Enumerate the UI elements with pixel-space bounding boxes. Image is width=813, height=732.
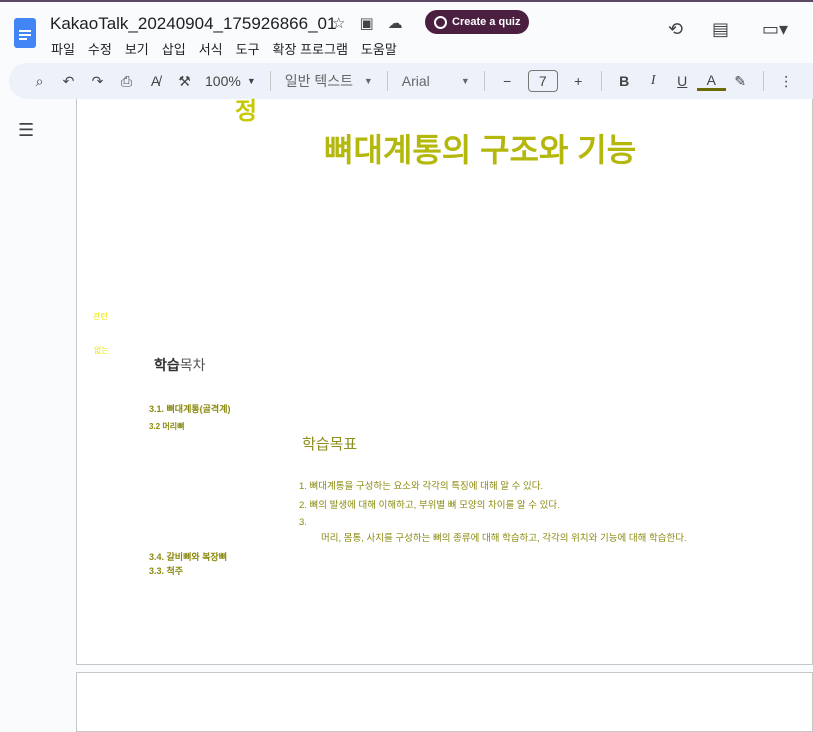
document-title[interactable]: KakaoTalk_20240904_175926866_01 [50, 14, 336, 34]
outline-icon[interactable]: ☰ [18, 120, 34, 141]
chevron-down-icon: ▼ [460, 76, 470, 86]
menu-bar: 파일 수정 보기 삽입 서식 도구 확장 프로그램 도움말 [51, 39, 397, 58]
divider [483, 71, 485, 91]
comments-icon[interactable]: ▤ [712, 19, 729, 40]
cloud-status-icon[interactable]: ☁ [388, 14, 403, 32]
divider [762, 71, 764, 91]
toc-item: 3.4. 갈비뼈와 복장뼈 [149, 552, 227, 562]
side-text: 관련 [93, 312, 108, 321]
search-icon[interactable]: ⌕ [25, 73, 54, 90]
underline-icon[interactable]: U [668, 73, 697, 89]
toolbar: ⌕ ↶ ↷ ⎙ A̸ ⚒ 100% ▼ 일반 텍스트 ▼ Arial ▼ − 7 + … [9, 63, 813, 99]
redo-icon[interactable]: ↷ [83, 73, 112, 90]
toc-title: 학습목차 [154, 357, 206, 373]
toc-item: 3.3. 척주 [149, 566, 184, 576]
font-size-input[interactable]: 7 [527, 70, 558, 92]
font-select[interactable]: Arial ▼ [396, 73, 476, 89]
meet-icon[interactable]: ▭▾ [762, 19, 788, 40]
docs-logo-icon[interactable] [14, 18, 36, 48]
toc-item: 3.1. 뼈대계통(골격계) [149, 404, 231, 414]
spellcheck-icon[interactable]: A̸ [141, 73, 170, 89]
italic-icon[interactable]: I [639, 73, 668, 89]
paint-format-icon[interactable]: ⚒ [170, 73, 199, 90]
version-history-icon[interactable]: ⟲ [668, 19, 683, 40]
zoom-select[interactable]: 100% ▼ [199, 73, 262, 89]
increase-font-size-button[interactable]: + [564, 73, 593, 89]
document-page-2[interactable] [76, 672, 813, 732]
goal-item: 1. 뼈대계통을 구성하는 요소와 각각의 특징에 대해 알 수 있다. [299, 481, 544, 492]
divider [269, 71, 271, 91]
menu-tools[interactable]: 도구 [236, 39, 260, 58]
goal-item: 2. 뼈의 발생에 대해 이해하고, 부위별 뼈 모양의 차이를 알 수 있다. [299, 500, 560, 511]
text-color-icon[interactable]: A [696, 72, 726, 91]
style-select[interactable]: 일반 텍스트 ▼ [279, 71, 379, 91]
quiz-icon [434, 15, 447, 29]
menu-view[interactable]: 보기 [125, 39, 149, 58]
more-options-icon[interactable]: ⋮ [772, 73, 801, 90]
menu-insert[interactable]: 삽입 [162, 39, 186, 58]
highlight-icon[interactable]: ✎ [726, 73, 755, 90]
menu-file[interactable]: 파일 [51, 39, 75, 58]
menu-help[interactable]: 도움말 [361, 39, 397, 58]
move-folder-icon[interactable]: ▣ [359, 14, 373, 32]
decrease-font-size-button[interactable]: − [493, 73, 522, 89]
goal-title: 학습목표 [302, 436, 358, 453]
goal-item-text: 머리, 몸통, 사지를 구성하는 뼈의 종류에 대해 학습하고, 각각의 위치와… [321, 533, 687, 544]
star-icon[interactable]: ☆ [332, 14, 345, 32]
print-icon[interactable]: ⎙ [112, 73, 141, 90]
divider [600, 71, 602, 91]
chevron-down-icon: ▼ [246, 76, 256, 86]
menu-format[interactable]: 서식 [199, 39, 223, 58]
goal-item: 3. [299, 517, 307, 528]
chevron-down-icon: ▼ [363, 76, 373, 86]
undo-icon[interactable]: ↶ [54, 73, 83, 90]
toc-item: 3.2 머리뼈 [149, 422, 185, 431]
side-text: 없는 [94, 346, 109, 355]
menu-extensions[interactable]: 확장 프로그램 [273, 39, 348, 58]
text-fragment: 정 [235, 98, 258, 125]
divider [386, 71, 388, 91]
document-page[interactable]: 정 뼈대계통의 구조와 기능 관련 없는 학습목차 3.1. 뼈대계통(골격계)… [76, 98, 813, 665]
bold-icon[interactable]: B [610, 73, 639, 89]
create-quiz-button[interactable]: Create a quiz [425, 10, 530, 34]
menu-edit[interactable]: 수정 [88, 39, 112, 58]
document-heading: 뼈대계통의 구조와 기능 [324, 132, 637, 168]
